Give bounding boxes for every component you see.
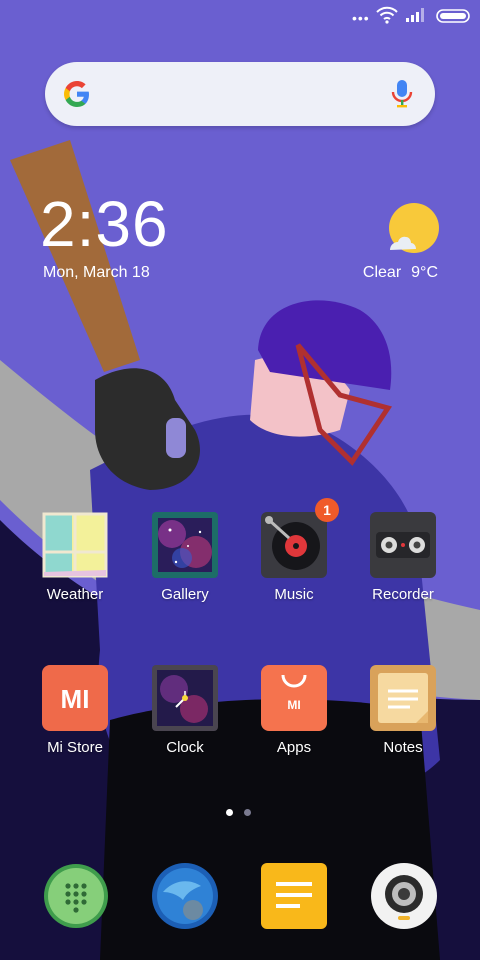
dialer-icon [44,864,108,928]
clock-time[interactable]: 2:36 [40,192,169,256]
battery-icon [436,9,470,23]
app-gallery[interactable]: Gallery [130,512,240,603]
weather-summary: Clear 9°C [363,264,438,282]
clock-app-icon [152,665,218,731]
page-indicator[interactable] [226,803,262,821]
weather-app-icon [42,512,108,578]
page-dot [244,809,251,816]
app-music[interactable]: 1 Music [239,498,349,603]
app-clock[interactable]: Clock [130,665,240,756]
app-label: Clock [166,739,204,756]
google-search-bar[interactable] [45,62,435,126]
app-label: Weather [46,586,104,603]
google-g-icon [64,81,89,107]
messages-icon [261,863,327,929]
dock-camera[interactable] [370,862,438,930]
music-app-icon: 1 [261,498,339,578]
app-label: Mi Store [47,739,103,756]
camera-icon [371,863,437,929]
wifi-icon [376,6,398,24]
mi-logo: MI [61,684,90,714]
notes-app-icon [370,665,436,731]
app-notes[interactable]: Notes [348,665,458,756]
clock-date: Mon, March 18 [43,264,150,281]
app-label: Gallery [161,586,209,603]
dock-browser[interactable] [151,862,219,930]
mi-logo: MI [287,698,300,712]
app-recorder[interactable]: Recorder [348,512,458,603]
notification-badge: 1 [315,498,339,522]
app-mi-store[interactable]: MI Mi Store [20,665,130,756]
microphone-icon[interactable] [391,78,413,110]
weather-temperature: 9°C [411,264,438,281]
app-label: Music [274,586,314,603]
dock-messages[interactable] [260,862,328,930]
app-weather[interactable]: Weather [20,512,130,603]
app-label: Apps [276,739,312,756]
browser-icon [152,863,218,929]
apps-store-icon: MI [261,665,327,731]
signal-icon [406,8,424,22]
notification-dots: ••• [352,10,370,26]
gallery-app-icon [152,512,218,578]
mi-store-app-icon: MI [42,665,108,731]
app-label: Recorder [372,586,434,603]
status-bar: ••• [0,0,480,36]
sun-cloud-icon[interactable] [386,202,440,256]
recorder-app-icon [370,512,436,578]
page-dot-active [226,809,233,816]
dock-dialer[interactable] [42,862,110,930]
app-label: Notes [383,739,423,756]
weather-condition: Clear [362,264,402,281]
app-apps[interactable]: MI Apps [239,665,349,756]
